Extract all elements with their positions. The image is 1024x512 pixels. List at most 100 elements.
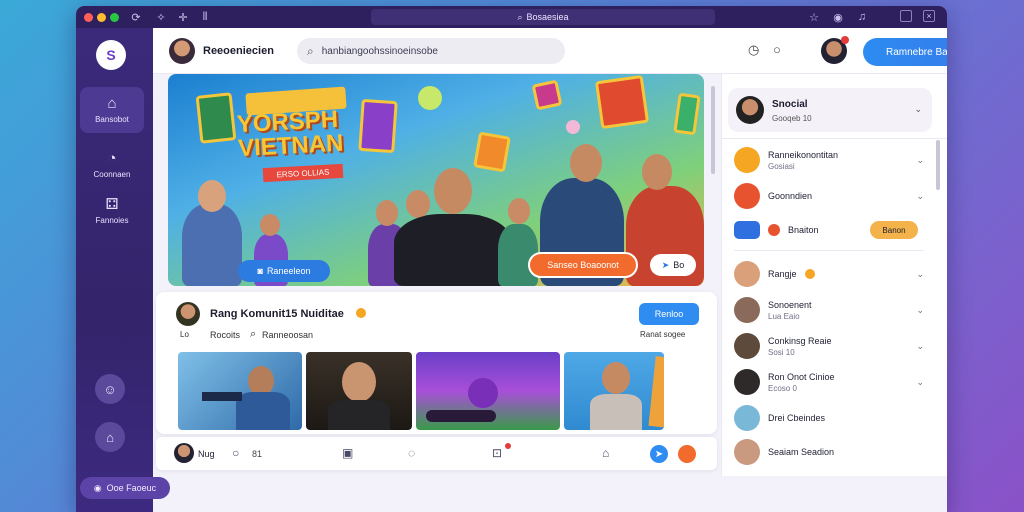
sidebar-item-dashboard[interactable]: ◔ Coonnaen: [80, 142, 144, 188]
chevron-down-icon[interactable]: ⌄: [916, 305, 924, 316]
move-icon[interactable]: ✛: [176, 10, 190, 24]
hero-badge[interactable]: ➤ Bo: [650, 254, 696, 276]
extensions-icon[interactable]: ♫: [855, 10, 869, 24]
sidebar-item-home[interactable]: ⌂ Bansobot: [80, 87, 144, 133]
media-thumbnail[interactable]: [306, 352, 412, 430]
refresh-icon[interactable]: ⟳: [129, 10, 143, 24]
list-item[interactable]: Ron Onot Cinioe Ecoso 0 ⌄: [734, 368, 924, 396]
search-icon: ⌕: [307, 43, 314, 58]
person: [236, 392, 290, 430]
item-title: Ranneikonontitan: [768, 149, 839, 160]
item-avatar: [734, 439, 760, 465]
person-head: [508, 198, 530, 224]
balloon: [418, 86, 442, 110]
person: [182, 204, 242, 286]
item-dot: [768, 224, 780, 236]
list-item[interactable]: Conkinsg Reaie Sosi 10 ⌄: [734, 332, 924, 360]
address-bar[interactable]: ⌕ Bosaesiea: [371, 9, 715, 25]
author-avatar[interactable]: [176, 302, 200, 326]
chevron-down-icon[interactable]: ⌄: [914, 104, 922, 115]
star-icon[interactable]: ☆: [807, 10, 821, 24]
app-logo[interactable]: S: [96, 40, 126, 70]
badge-icon: [804, 269, 815, 279]
list-item[interactable]: Drei Cbeindes: [734, 404, 924, 432]
chevron-down-icon[interactable]: ⌄: [916, 377, 924, 388]
calendar-icon[interactable]: ▣: [342, 446, 353, 460]
hero-tag-button[interactable]: ◙ Raneeleon: [238, 260, 330, 282]
minimize-window-button[interactable]: [97, 13, 106, 22]
columns-icon[interactable]: ⫴: [198, 10, 212, 24]
game-character: [468, 378, 498, 408]
dashboard-icon: ◔: [107, 150, 117, 167]
profile-button[interactable]: ☺: [95, 374, 125, 404]
account-icon[interactable]: ◉: [831, 10, 845, 24]
user-avatar[interactable]: [174, 443, 194, 463]
share-button[interactable]: ➤: [650, 445, 668, 463]
home-icon[interactable]: ⌂: [602, 446, 609, 460]
sparkle-icon[interactable]: ✧: [154, 10, 168, 24]
chevron-down-icon[interactable]: ⌄: [916, 341, 924, 352]
divider: [734, 250, 924, 251]
panel-title: Snocial: [772, 99, 808, 110]
search-placeholder: hanbiangoohssinoeinsobe: [321, 45, 438, 57]
list-item[interactable]: Goonndien ⌄: [734, 182, 924, 210]
item-avatar: [734, 183, 760, 209]
person-head: [342, 362, 376, 402]
search-input[interactable]: ⌕ hanbiangoohssinoeinsobe: [297, 38, 565, 64]
close-window-button[interactable]: [84, 13, 93, 22]
item-title: Drei Cbeindes: [768, 413, 826, 423]
item-avatar: [734, 261, 760, 287]
divider: [722, 138, 947, 139]
panel-header-card[interactable]: Snocial Gooqeb 10 ⌄: [728, 88, 932, 132]
post-search[interactable]: Ranneoosan: [262, 330, 313, 340]
gift-icon[interactable]: ⊡: [492, 446, 502, 460]
photo-frame: [195, 92, 237, 144]
home-icon: ⌂: [107, 95, 117, 112]
item-title: Bnaiton: [788, 225, 819, 235]
media-thumbnail[interactable]: [416, 352, 560, 430]
user-avatar[interactable]: [169, 38, 195, 64]
person-head: [376, 200, 398, 226]
list-item[interactable]: Sonoenent Lua Eaio ⌄: [734, 296, 924, 324]
window-icon[interactable]: [900, 10, 912, 22]
hero-cta-button[interactable]: Sanseo Boaoonot: [528, 252, 638, 278]
chevron-down-icon[interactable]: ⌄: [916, 155, 924, 166]
close-tab-icon[interactable]: ×: [923, 10, 935, 22]
maximize-window-button[interactable]: [110, 13, 119, 22]
list-item[interactable]: Rangje ⌄: [734, 260, 924, 288]
person-head: [570, 144, 602, 182]
item-pill[interactable]: Banon: [870, 221, 918, 239]
hero-banner[interactable]: YORSPH VIETNAN ERSO OLLIAS ◙ Raneeleon S…: [168, 74, 704, 286]
item-title: Ron Onot Cinioe: [768, 371, 835, 382]
create-post-button[interactable]: Ramnebre Banet ➤: [863, 38, 947, 66]
chevron-down-icon[interactable]: ⌄: [916, 191, 924, 202]
panel-avatar: [736, 96, 764, 124]
chat-icon[interactable]: ◌: [408, 446, 415, 460]
reaction-button[interactable]: [678, 445, 696, 463]
lock-icon: ⌂: [106, 429, 114, 445]
post-time: Ranat sogee: [640, 330, 686, 339]
list-item[interactable]: Ranneikonontitan Gosiasi ⌄: [734, 146, 924, 174]
follow-button[interactable]: Renloo: [639, 303, 699, 325]
hero-title-line2: VIETNAN: [237, 129, 345, 163]
list-item[interactable]: Bnaiton Banon: [734, 216, 924, 244]
notification-dot: [505, 443, 511, 449]
sidebar-item-games[interactable]: ⚃ Fannoies: [80, 188, 144, 234]
media-thumbnail[interactable]: [564, 352, 664, 430]
panel-scrollbar[interactable]: [936, 140, 940, 190]
clock-icon[interactable]: ◷: [748, 42, 759, 58]
media-thumbnail[interactable]: [178, 352, 302, 430]
right-panel: Snocial Gooqeb 10 ⌄ Ranneikonontitan Gosi…: [721, 74, 947, 476]
lock-button[interactable]: ⌂: [95, 422, 125, 452]
main-scrollbar[interactable]: [711, 86, 715, 174]
post-action[interactable]: Rocoits: [210, 330, 240, 340]
sidebar-item-label: Fannoies: [95, 216, 129, 225]
chat-icon[interactable]: ○: [773, 42, 781, 57]
comment-icon[interactable]: ○: [232, 446, 239, 460]
post-meta: Lo: [180, 330, 189, 339]
item-title: Sonoenent: [768, 299, 812, 310]
list-item[interactable]: Seaiam Seadion: [734, 438, 924, 466]
sidebar-item-label: Bansobot: [95, 115, 129, 124]
floating-chip[interactable]: ◉ Ooe Faoeuc: [80, 477, 170, 499]
chevron-down-icon[interactable]: ⌄: [916, 269, 924, 280]
